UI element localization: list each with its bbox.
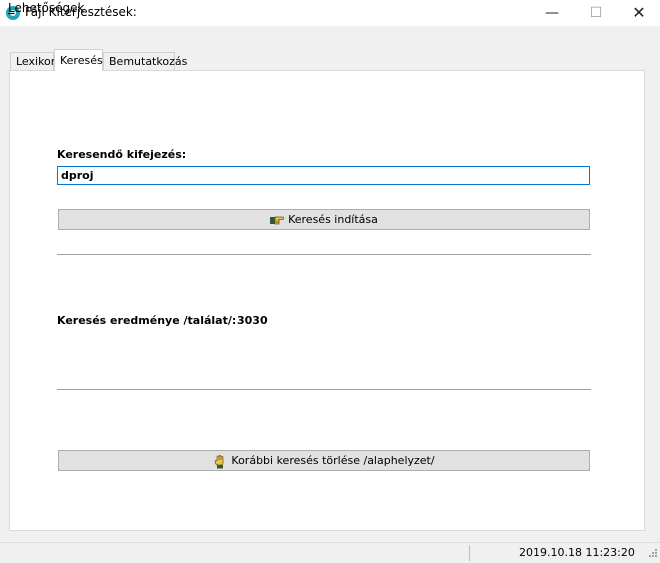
separator (57, 389, 591, 393)
status-datetime: 2019.10.18 11:23:20 (519, 546, 635, 559)
search-input[interactable] (57, 166, 590, 185)
menu-item-label: ehetőségek (14, 1, 85, 15)
pointing-hand-icon (270, 214, 285, 226)
start-search-button[interactable]: Keresés indítása (58, 209, 590, 230)
result-count: 3030 (237, 314, 268, 327)
raised-hand-icon (213, 454, 227, 468)
separator (57, 254, 591, 258)
resize-grip-icon[interactable] (646, 548, 658, 560)
tab-bemutatkozas[interactable]: Bemutatkozás (103, 52, 187, 70)
clear-search-label: Korábbi keresés törlése /alaphelyzet/ (231, 454, 435, 467)
tab-kereses[interactable]: Keresés (54, 49, 103, 71)
menu-bar (0, 26, 660, 46)
status-divider (469, 545, 470, 561)
maximize-button[interactable]: ☐ (574, 0, 618, 26)
start-search-label: Keresés indítása (288, 213, 378, 226)
search-label: Keresendő kifejezés: (57, 148, 187, 161)
close-button[interactable]: ✕ (617, 0, 660, 26)
result-label: Keresés eredménye /találat/: (57, 314, 237, 327)
minimize-button[interactable]: — (530, 0, 574, 26)
menu-item-options[interactable]: Lehetőségek (7, 1, 86, 15)
tab-lexikon[interactable]: Lexikon (10, 52, 58, 70)
clear-search-button[interactable]: Korábbi keresés törlése /alaphelyzet/ (58, 450, 590, 471)
